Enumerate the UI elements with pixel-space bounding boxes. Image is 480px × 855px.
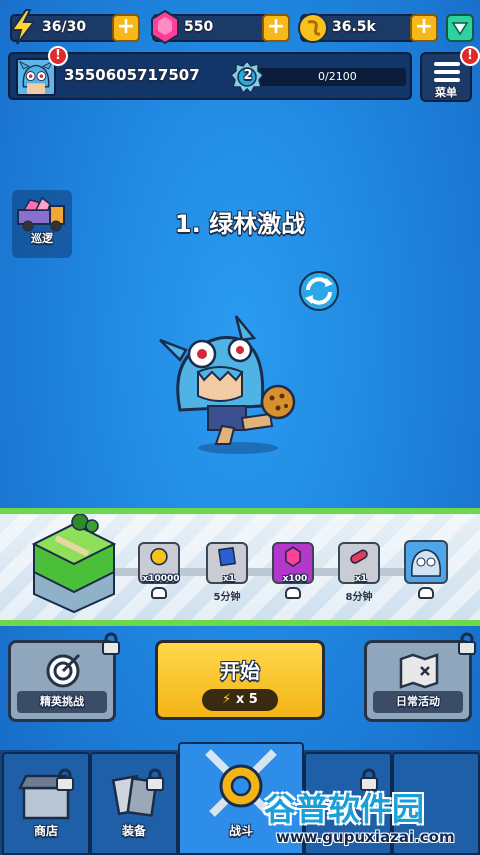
tab-shop-label: 商店 — [33, 824, 58, 838]
coin-icon — [150, 547, 168, 566]
reward-count: x10000 — [142, 574, 180, 584]
xp-bar: 0/2100 — [256, 68, 406, 86]
reward-count: x1 — [222, 574, 236, 584]
reward-node-2[interactable]: x1 — [206, 542, 248, 584]
daily-events-label: 日常活动 — [373, 691, 463, 713]
start-cost-value: x 5 — [235, 692, 258, 707]
energy-counter: 36/30 + — [10, 9, 140, 45]
lightning-icon — [10, 9, 37, 45]
elite-challenge-label: 精英挑战 — [17, 691, 107, 713]
reward-count: x1 — [354, 574, 368, 584]
forest-island-icon — [31, 514, 117, 614]
stage-title: 1. 绿林激战 — [174, 210, 306, 238]
watermark-text: 谷普软件园 — [264, 790, 425, 828]
capsule-icon — [350, 549, 368, 564]
coin-value: 36.5k — [332, 19, 376, 35]
menu-label: 菜单 — [435, 86, 457, 99]
gem-counter: 550 + — [151, 9, 290, 45]
skull-icon — [285, 587, 301, 599]
skull-icon — [151, 587, 167, 599]
hamburger-icon — [434, 62, 460, 86]
reward-node-1[interactable]: x10000 — [138, 542, 180, 584]
add-gems-button[interactable]: + — [262, 14, 290, 42]
lock-icon — [458, 632, 476, 655]
resource-bar: 36/30 + 550 + 36.5k + — [0, 0, 480, 48]
coin-icon — [298, 13, 328, 43]
reward-node-4[interactable]: x1 — [338, 542, 380, 584]
start-button[interactable]: 开始 ⚡ x 5 — [155, 640, 325, 720]
add-coins-button[interactable]: + — [410, 14, 438, 42]
tab-shop[interactable]: 商店 — [2, 752, 90, 855]
watermark-url: www.gupuxiazai.com — [276, 828, 455, 846]
gem-icon — [285, 546, 301, 568]
refresh-icon[interactable] — [296, 268, 342, 314]
avatar[interactable] — [16, 58, 56, 96]
lock-icon — [102, 632, 120, 655]
target-icon — [46, 653, 81, 688]
shield-button[interactable] — [446, 14, 474, 42]
menu-button[interactable]: 菜单 ! — [420, 46, 480, 102]
player-avatar-icon — [18, 60, 54, 94]
tab-equipment-label: 装备 — [121, 824, 146, 838]
player-id: 3550605717507 — [64, 66, 200, 84]
reward-node-5[interactable] — [404, 540, 448, 584]
hero-character[interactable] — [150, 310, 310, 460]
reward-count: x100 — [282, 574, 308, 584]
skull-icon — [418, 587, 434, 599]
lightning-icon: ⚡ — [222, 692, 232, 707]
gem-value: 550 — [184, 19, 214, 35]
shield-icon — [451, 22, 469, 36]
gem-icon — [151, 9, 179, 45]
level-number: 2 — [243, 68, 253, 83]
reward-caption: 5分钟 — [213, 592, 241, 603]
xp-value: 0/2100 — [318, 70, 357, 83]
menu-alert-badge: ! — [460, 46, 480, 66]
hero-portrait-icon — [411, 549, 441, 577]
energy-value: 36/30 — [42, 19, 87, 35]
lock-icon — [56, 768, 74, 791]
coin-counter: 36.5k + — [298, 13, 438, 43]
map-icon — [399, 653, 439, 689]
lock-icon — [146, 768, 164, 791]
card-icon — [217, 546, 237, 567]
profile-alert-badge: ! — [48, 46, 68, 66]
player-profile[interactable]: ! 3550605717507 0/2100 2 — [8, 46, 412, 100]
reward-node-3[interactable]: x100 — [272, 542, 314, 584]
start-cost: ⚡ x 5 — [202, 689, 278, 711]
reward-caption: 8分钟 — [345, 592, 373, 603]
start-label: 开始 — [220, 659, 260, 683]
add-energy-button[interactable]: + — [112, 14, 140, 42]
